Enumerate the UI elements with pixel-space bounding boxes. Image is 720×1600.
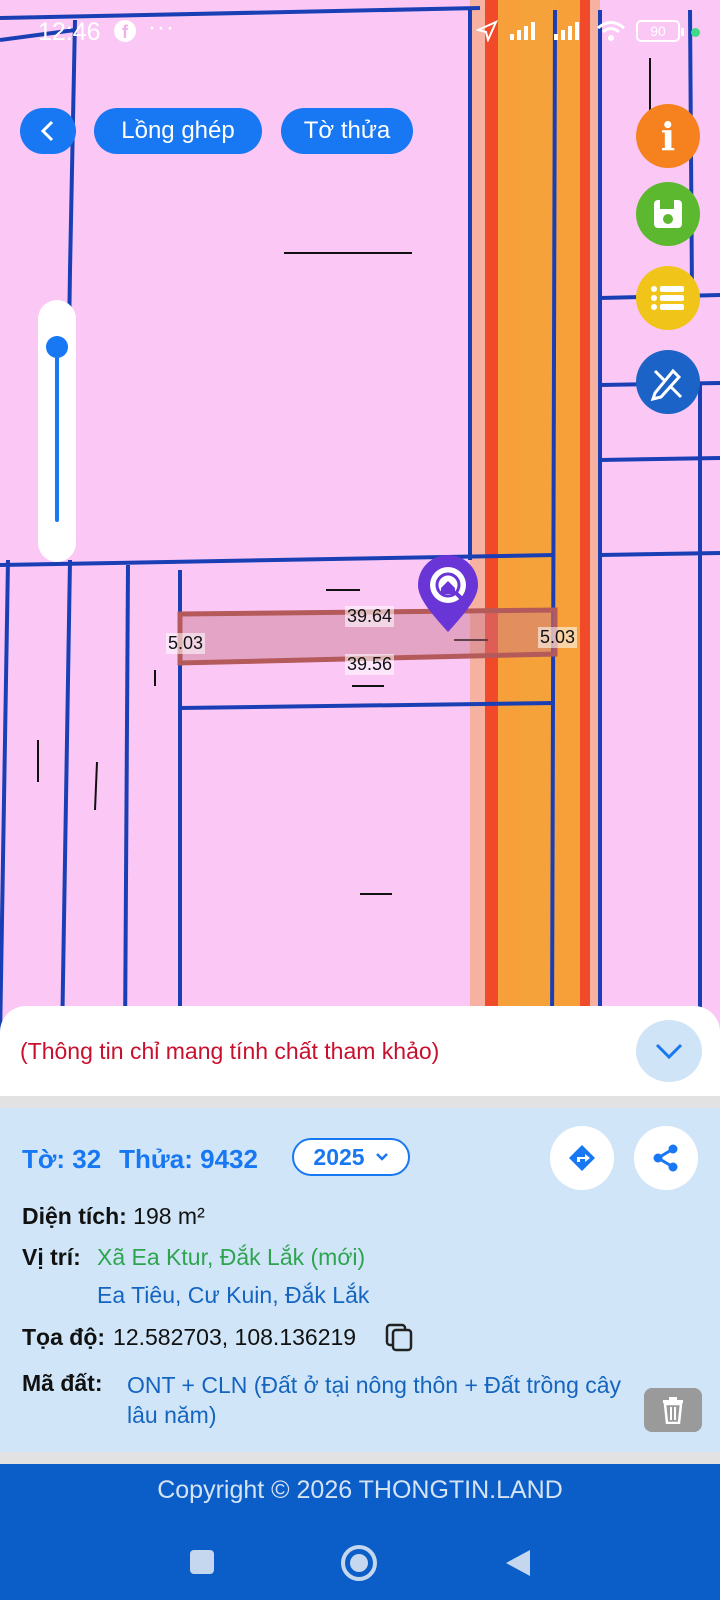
wifi-icon (597, 21, 625, 41)
location-old: Ea Tiêu, Cư Kuin, Đắk Lắk (97, 1282, 370, 1308)
chevron-down-icon (375, 1153, 388, 1161)
parcel-top-length: 39.64 (345, 606, 395, 627)
land-code-row: Mã đất: ONT + CLN (Đất ở tại nông thôn +… (22, 1370, 621, 1428)
delete-button[interactable] (644, 1388, 702, 1432)
back-button[interactable] (20, 108, 76, 154)
map-canvas[interactable] (0, 0, 720, 1040)
battery-icon: 90 (636, 20, 684, 42)
location-row: Vị trí: Xã Ea Ktur, Đắk Lắk (mới) Ea Tiê… (22, 1244, 369, 1308)
area-value: 198 m² (133, 1203, 205, 1229)
land-code-label: Mã đất: (22, 1370, 103, 1396)
copy-icon[interactable] (384, 1322, 414, 1352)
parcel-boundaries (0, 6, 720, 1040)
parcel-number: Thửa: 9432 (119, 1144, 258, 1174)
zoom-track (55, 336, 59, 522)
more-notifications-icon: ··· (148, 14, 175, 41)
chevron-left-icon (40, 120, 54, 142)
overlay-button[interactable]: Lồng ghép (94, 108, 262, 154)
system-nav-bar (0, 1532, 720, 1600)
zoom-slider[interactable] (38, 300, 76, 562)
disclaimer-text: (Thông tin chỉ mang tính chất tham khảo) (20, 1038, 440, 1064)
recent-apps-icon[interactable] (188, 1548, 216, 1576)
footer: Copyright © 2026 THONGTIN.LAND (0, 1452, 720, 1600)
location-new: Xã Ea Ktur, Đắk Lắk (mới) (97, 1244, 366, 1270)
list-button[interactable] (636, 266, 700, 330)
sheet-parcel-button[interactable]: Tờ thửa (281, 108, 413, 154)
area-label: Diện tích: (22, 1203, 127, 1229)
save-button[interactable] (636, 182, 700, 246)
status-icons: 90 (476, 20, 684, 42)
footer-divider (0, 1452, 720, 1464)
draw-tool-icon (650, 368, 683, 401)
parcel-bottom-length: 39.56 (345, 654, 395, 675)
parcel-right-length: 5.03 (538, 627, 578, 648)
notice-bar: (Thông tin chỉ mang tính chất tham khảo) (0, 1006, 720, 1096)
parcel-left-length: 5.03 (166, 633, 206, 654)
status-time: 12:46 (38, 18, 101, 46)
share-button[interactable] (634, 1126, 698, 1190)
coordinates-row: Tọa độ: 12.582703, 108.136219 (22, 1322, 414, 1352)
map-view[interactable]: 39.64 39.56 5.03 5.03 (0, 0, 720, 1040)
share-icon (653, 1144, 678, 1172)
back-nav-icon[interactable] (504, 1548, 532, 1578)
zoom-thumb[interactable] (46, 335, 68, 358)
coordinates-value: 12.582703, 108.136219 (113, 1323, 357, 1350)
parcel-info-panel: Tờ: 32 Thửa: 9432 2025 Diện tích: 198 m² … (0, 1108, 720, 1452)
signal-1-icon (510, 22, 535, 40)
coordinates-label: Tọa độ: (22, 1323, 106, 1350)
sheet-number: Tờ: 32 (22, 1144, 102, 1174)
location-label: Vị trí: (22, 1244, 81, 1270)
info-button[interactable]: i (636, 104, 700, 168)
signal-2-icon (554, 22, 579, 40)
sheet-divider (0, 1096, 720, 1108)
trash-icon (663, 1397, 683, 1424)
draw-tool-button[interactable] (636, 350, 700, 414)
year-dropdown[interactable]: 2025 (292, 1138, 410, 1176)
list-icon (651, 286, 684, 310)
privacy-indicator-dot (691, 28, 700, 37)
info-icon: i (660, 113, 676, 159)
directions-icon (569, 1145, 595, 1171)
facebook-icon: f (114, 20, 136, 42)
land-code-value: ONT + CLN (Đất ở tại nông thôn + Đất trồ… (127, 1372, 622, 1428)
parcel-identifiers: Tờ: 32 Thửa: 9432 (22, 1144, 276, 1175)
copyright-text: Copyright © 2026 THONGTIN.LAND (157, 1476, 563, 1504)
location-arrow-icon (476, 20, 498, 42)
area-row: Diện tích: 198 m² (22, 1203, 205, 1230)
year-value: 2025 (313, 1143, 365, 1170)
home-icon[interactable] (340, 1544, 378, 1582)
status-bar: 12:46 f ··· 90 (0, 0, 720, 64)
chevron-down-icon (655, 1043, 683, 1060)
save-icon (654, 200, 682, 228)
directions-button[interactable] (550, 1126, 614, 1190)
collapse-sheet-button[interactable] (636, 1020, 702, 1082)
